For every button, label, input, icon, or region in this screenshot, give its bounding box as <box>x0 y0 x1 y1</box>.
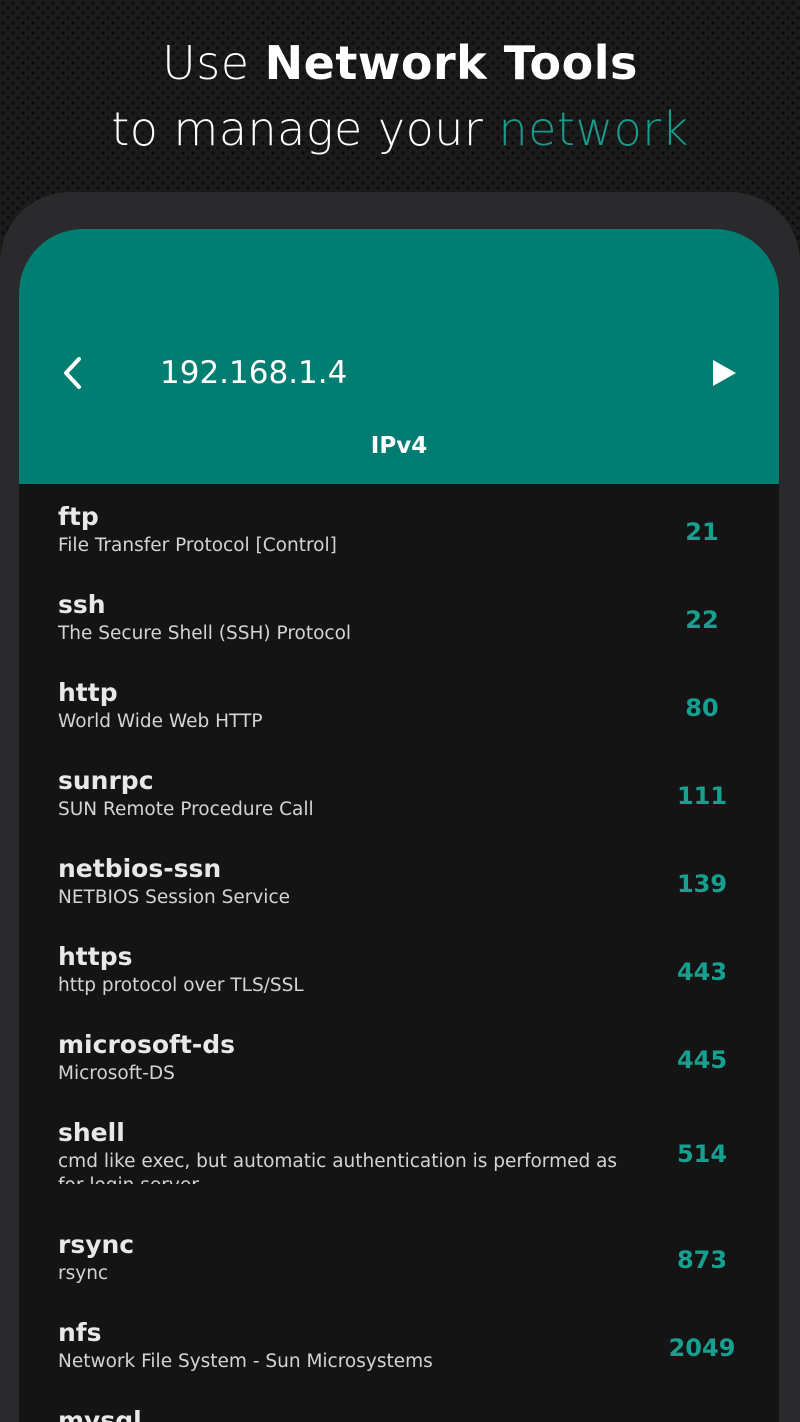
service-description: NETBIOS Session Service <box>58 887 290 908</box>
service-description: cmd like exec, but automatic authenticat… <box>58 1151 618 1184</box>
promo-line-2-accent: network <box>498 102 689 156</box>
app-bar: 192.168.1.4 IPv4 <box>19 229 779 484</box>
service-description: http protocol over TLS/SSL <box>58 975 304 996</box>
service-description: The Secure Shell (SSH) Protocol <box>58 623 352 644</box>
service-name: nfs <box>58 1318 102 1347</box>
service-name: http <box>58 678 118 707</box>
service-description: rsync <box>58 1263 109 1284</box>
port-number: 21 <box>685 518 719 546</box>
service-name: ssh <box>58 590 106 619</box>
port-row[interactable]: mysql <box>19 1388 779 1422</box>
port-list: ftp File Transfer Protocol [Control] 21 … <box>19 484 779 1422</box>
service-name: mysql <box>58 1406 142 1422</box>
port-number: 22 <box>685 606 719 634</box>
port-number: 514 <box>676 1140 728 1168</box>
host-title: 192.168.1.4 <box>160 355 348 391</box>
port-row[interactable]: http World Wide Web HTTP 80 <box>19 660 779 748</box>
port-number: 443 <box>676 958 728 986</box>
port-number: 2049 <box>668 1334 736 1362</box>
promo-line-1-prefix: Use <box>162 36 265 90</box>
service-description: World Wide Web HTTP <box>58 711 263 732</box>
service-description: Microsoft-DS <box>58 1063 175 1084</box>
port-number: 445 <box>676 1046 728 1074</box>
promo-headline: Use Network Tools to manage your network <box>0 30 800 162</box>
port-row[interactable]: nfs Network File System - Sun Microsyste… <box>19 1300 779 1388</box>
port-number: 80 <box>685 694 719 722</box>
promo-line-2: to manage your network <box>0 96 800 162</box>
promo-line-1-bold: Network Tools <box>264 36 638 90</box>
chevron-left-icon <box>64 357 81 389</box>
port-row[interactable]: netbios-ssn NETBIOS Session Service 139 <box>19 836 779 924</box>
service-name: netbios-ssn <box>58 854 222 883</box>
service-description: SUN Remote Procedure Call <box>58 799 314 820</box>
service-name: https <box>58 942 133 971</box>
back-button[interactable] <box>57 353 91 393</box>
port-row[interactable]: rsync rsync 873 <box>19 1212 779 1300</box>
service-name: microsoft-ds <box>58 1030 235 1059</box>
start-scan-button[interactable] <box>707 357 739 389</box>
port-row[interactable]: https http protocol over TLS/SSL 443 <box>19 924 779 1012</box>
play-icon <box>713 360 736 386</box>
port-row[interactable]: microsoft-ds Microsoft-DS 445 <box>19 1012 779 1100</box>
port-number: 139 <box>676 870 728 898</box>
tab-ipv4[interactable]: IPv4 <box>19 433 779 459</box>
service-name: sunrpc <box>58 766 154 795</box>
port-row[interactable]: ftp File Transfer Protocol [Control] 21 <box>19 484 779 572</box>
promo-line-1: Use Network Tools <box>0 30 800 96</box>
port-row[interactable]: shell cmd like exec, but automatic authe… <box>19 1100 779 1212</box>
port-row[interactable]: sunrpc SUN Remote Procedure Call 111 <box>19 748 779 836</box>
app-screen: 192.168.1.4 IPv4 ftp File Transfer Proto… <box>19 229 779 1422</box>
service-name: shell <box>58 1118 125 1147</box>
port-number: 873 <box>676 1246 728 1274</box>
promo-line-2-prefix: to manage your <box>111 102 499 156</box>
port-number: 111 <box>676 782 728 810</box>
service-name: ftp <box>58 502 99 531</box>
service-description: File Transfer Protocol [Control] <box>58 535 337 556</box>
port-row[interactable]: ssh The Secure Shell (SSH) Protocol 22 <box>19 572 779 660</box>
service-description: Network File System - Sun Microsystems <box>58 1351 433 1372</box>
service-name: rsync <box>58 1230 135 1259</box>
